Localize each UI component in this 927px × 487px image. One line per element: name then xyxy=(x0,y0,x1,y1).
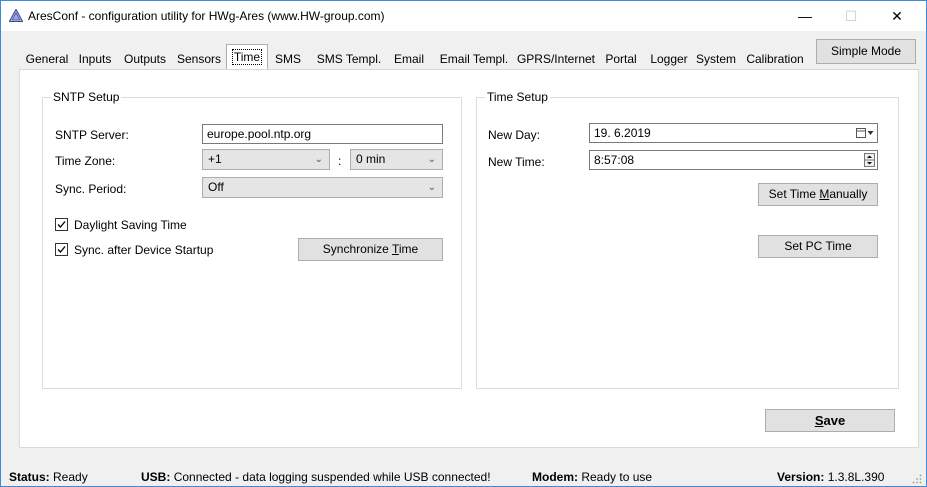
sync-period-label: Sync. Period: xyxy=(55,182,127,196)
button-accelerator: T xyxy=(391,242,399,256)
modem-section: Modem: Ready to use xyxy=(532,470,652,484)
new-time-input[interactable]: 8:57:08 xyxy=(589,150,878,170)
select-value: +1 xyxy=(208,152,222,166)
maximize-button[interactable]: ☐ xyxy=(828,1,874,31)
minimize-button[interactable]: — xyxy=(782,1,828,31)
time-zone-hours-select[interactable]: +1 ⌄ xyxy=(202,149,330,170)
status-label: Status: xyxy=(9,470,50,484)
group-title: SNTP Setup xyxy=(51,90,122,104)
tab-email[interactable]: Email xyxy=(389,47,429,68)
tab-label: Calibration xyxy=(746,52,804,66)
tab-label: Email Templ. xyxy=(439,52,509,66)
tab-label: Outputs xyxy=(123,52,167,66)
status-bar: Status: Ready USB: Connected - data logg… xyxy=(1,462,926,486)
tab-calibration[interactable]: Calibration xyxy=(743,47,807,68)
tab-logger[interactable]: Logger xyxy=(647,47,691,68)
tab-gprs-internet[interactable]: GPRS/Internet xyxy=(515,47,597,68)
tab-label: Inputs xyxy=(78,52,112,66)
tab-sensors[interactable]: Sensors xyxy=(173,47,225,68)
tab-inputs[interactable]: Inputs xyxy=(73,47,117,68)
time-zone-minutes-select[interactable]: 0 min ⌄ xyxy=(350,149,443,170)
window-title: AresConf - configuration utility for HWg… xyxy=(28,9,385,23)
new-time-label: New Time: xyxy=(488,155,545,169)
version-section: Version: 1.3.8L.390 xyxy=(777,470,884,484)
save-button[interactable]: Save xyxy=(765,409,895,432)
tab-label: SMS xyxy=(274,52,301,66)
modem-label: Modem: xyxy=(532,470,578,484)
tab-email-templ[interactable]: Email Templ. xyxy=(437,47,511,68)
tab-system[interactable]: System xyxy=(693,47,739,68)
tab-portal[interactable]: Portal xyxy=(601,47,641,68)
tab-label: Sensors xyxy=(176,52,222,66)
sync-after-startup-label[interactable]: Sync. after Device Startup xyxy=(74,243,213,257)
sync-after-startup-checkbox[interactable] xyxy=(55,243,68,256)
modem-value: Ready to use xyxy=(581,470,653,484)
status-section: Status: Ready xyxy=(9,470,88,484)
calendar-dropdown-icon[interactable] xyxy=(856,127,874,139)
button-label: ave xyxy=(823,413,846,428)
tab-sms[interactable]: SMS xyxy=(271,47,305,68)
tab-label: SMS Templ. xyxy=(316,52,382,66)
tab-label: General xyxy=(25,52,69,66)
time-zone-separator: : xyxy=(338,154,342,168)
group-title: Time Setup xyxy=(485,90,550,104)
tab-time[interactable]: Time xyxy=(226,44,268,69)
set-time-manually-button[interactable]: Set Time Manually xyxy=(758,183,878,206)
tab-label: GPRS/Internet xyxy=(516,52,596,66)
tab-label: Email xyxy=(393,52,424,66)
sntp-server-input[interactable]: europe.pool.ntp.org xyxy=(202,124,443,144)
simple-mode-button[interactable]: Simple Mode xyxy=(816,39,916,64)
button-label: Set Time xyxy=(768,187,820,201)
time-zone-label: Time Zone: xyxy=(55,154,116,168)
close-button[interactable]: ✕ xyxy=(874,1,920,31)
tab-label: System xyxy=(695,52,736,66)
new-day-date-picker[interactable]: 19. 6.2019 xyxy=(589,123,878,143)
checkmark-icon xyxy=(57,246,66,253)
button-label: anually xyxy=(829,187,868,201)
tab-general[interactable]: General xyxy=(23,47,71,68)
tab-label: Time xyxy=(231,49,263,65)
spinner-updown-icon[interactable] xyxy=(864,153,875,167)
button-label: Synchronize xyxy=(322,242,392,256)
chevron-down-icon: ⌄ xyxy=(427,154,436,165)
time-tab-panel: SNTP Setup SNTP Server: europe.pool.ntp.… xyxy=(19,69,919,448)
main-window: AresConf - configuration utility for HWg… xyxy=(0,0,927,487)
select-value: Off xyxy=(208,180,224,194)
synchronize-time-button[interactable]: Synchronize Time xyxy=(298,238,443,261)
tab-label: Portal xyxy=(605,52,637,66)
app-logo-icon xyxy=(9,9,23,22)
version-label: Version: xyxy=(777,470,825,484)
chevron-down-icon: ⌄ xyxy=(427,182,436,193)
sync-period-select[interactable]: Off ⌄ xyxy=(202,177,443,198)
chevron-down-icon: ⌄ xyxy=(314,154,323,165)
tab-outputs[interactable]: Outputs xyxy=(119,47,171,68)
version-value: 1.3.8L.390 xyxy=(827,470,885,484)
usb-section: USB: Connected - data logging suspended … xyxy=(141,470,491,484)
button-label: ime xyxy=(398,242,419,256)
checkmark-icon xyxy=(57,221,66,228)
title-bar[interactable]: AresConf - configuration utility for HWg… xyxy=(1,1,926,31)
usb-label: USB: xyxy=(141,470,171,484)
usb-value: Connected - data logging suspended while… xyxy=(173,470,491,484)
tab-label: Logger xyxy=(650,52,688,66)
daylight-saving-checkbox[interactable] xyxy=(55,218,68,231)
date-value: 19. 6.2019 xyxy=(594,126,651,140)
sntp-server-label: SNTP Server: xyxy=(55,128,129,142)
resize-grip-icon[interactable] xyxy=(912,474,922,484)
time-value: 8:57:08 xyxy=(594,153,635,167)
set-pc-time-button[interactable]: Set PC Time xyxy=(758,235,878,258)
button-accelerator: M xyxy=(819,187,830,201)
new-day-label: New Day: xyxy=(488,128,541,142)
select-value: 0 min xyxy=(356,152,386,166)
status-value: Ready xyxy=(53,470,88,484)
tab-sms-templ[interactable]: SMS Templ. xyxy=(315,47,383,68)
daylight-saving-label[interactable]: Daylight Saving Time xyxy=(74,218,187,232)
